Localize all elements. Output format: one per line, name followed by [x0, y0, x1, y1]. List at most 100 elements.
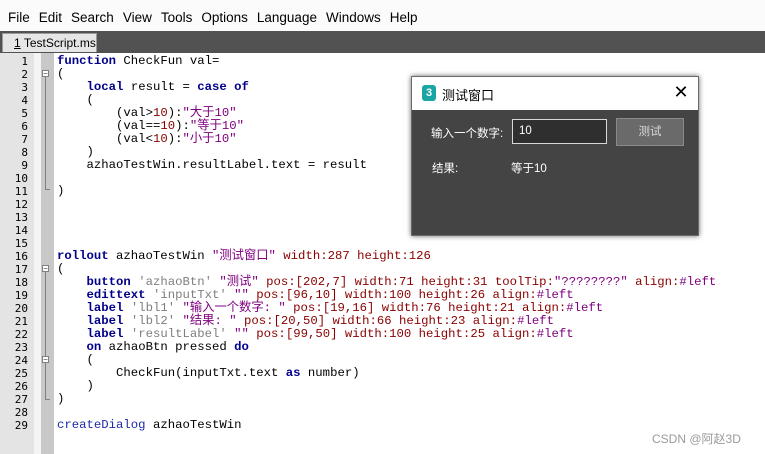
line-number: 16 [14, 250, 28, 263]
code-token: ( [86, 93, 94, 107]
tab-bar: 1 TestScript.ms [0, 31, 765, 53]
code-token: height: [413, 275, 473, 289]
menu-options[interactable]: Options [201, 10, 248, 25]
code-token: height: [411, 327, 471, 341]
code-token: 100 [389, 327, 412, 341]
code-token: width: [337, 288, 390, 302]
code-token: 26 [470, 288, 486, 302]
code-token: pos: [248, 327, 286, 341]
line-number: 17 [14, 263, 28, 276]
code-token: rollout [57, 249, 109, 263]
code-token: local [86, 80, 124, 94]
code-token: (val< [116, 132, 153, 146]
test-button[interactable]: 测试 [616, 118, 684, 146]
code-line: CheckFun(inputTxt.text as number) [57, 367, 360, 380]
code-token: as [285, 366, 301, 380]
line-number: 20 [14, 302, 28, 315]
code-token: pos: [236, 314, 274, 328]
code-token: 287 [327, 249, 350, 263]
code-token: ): [167, 106, 183, 120]
fold-toggle-icon[interactable]: − [42, 70, 49, 78]
menu-language[interactable]: Language [257, 10, 317, 25]
menu-help[interactable]: Help [390, 10, 418, 25]
code-token: ) [86, 145, 94, 159]
menu-search[interactable]: Search [71, 10, 114, 25]
line-number: 12 [14, 198, 28, 211]
marker-margin [41, 53, 54, 454]
code-token: toolTip: [487, 275, 554, 289]
line-number: 28 [14, 406, 28, 419]
menu-tools[interactable]: Tools [161, 10, 193, 25]
code-token: align: [465, 314, 518, 328]
code-token: "等于10" [189, 119, 244, 133]
line-number: 6 [21, 120, 28, 133]
line-number: 2 [21, 68, 28, 81]
dialog-title: 测试窗口 [442, 88, 495, 103]
dialog-titlebar[interactable]: 3 测试窗口 ✕ [412, 77, 698, 110]
code-token: height: [349, 249, 409, 263]
code-token: "输入一个数字: " [182, 301, 286, 315]
code-token: createDialog [57, 418, 146, 432]
code-token: [96,10] [285, 288, 338, 302]
code-token: number) [300, 366, 360, 380]
menu-windows[interactable]: Windows [326, 10, 381, 25]
menu-view[interactable]: View [123, 10, 152, 25]
line-number: 14 [14, 224, 28, 237]
code-token: label [86, 327, 124, 341]
code-token: do [234, 340, 249, 354]
code-token: azhaoTestWin.resultLabel.text = result [86, 158, 367, 172]
3ds-max-icon: 3 [422, 85, 436, 101]
code-token: width: [337, 327, 390, 341]
line-number: 25 [14, 367, 28, 380]
line-number: 1 [21, 55, 28, 68]
line-number: 22 [14, 328, 28, 341]
line-number: 5 [21, 107, 28, 120]
code-token: 126 [408, 249, 431, 263]
menu-edit[interactable]: Edit [39, 10, 62, 25]
code-token: width: [275, 249, 328, 263]
code-token: (val> [116, 106, 153, 120]
fold-toggle-icon[interactable]: − [42, 265, 49, 273]
line-number: 3 [21, 81, 28, 94]
line-number: 4 [21, 94, 28, 107]
code-token: 'azhaoBtn' [130, 275, 220, 289]
line-number: 27 [14, 393, 28, 406]
close-icon[interactable]: ✕ [672, 83, 690, 101]
code-token: align: [514, 301, 567, 315]
code-token: 21 [499, 301, 515, 315]
tab-testscript[interactable]: 1 TestScript.ms [2, 33, 97, 52]
code-token: 66 [376, 314, 392, 328]
code-token: pos: [248, 288, 286, 302]
code-line: azhaoTestWin.resultLabel.text = result [57, 159, 367, 172]
code-token: "" [234, 288, 249, 302]
code-token: (val== [116, 119, 161, 133]
code-token: 23 [450, 314, 466, 328]
code-token: height: [411, 288, 471, 302]
code-token: ( [86, 353, 94, 367]
code-line: ) [57, 184, 65, 198]
code-token: case of [197, 80, 249, 94]
menu-file[interactable]: File [8, 10, 30, 25]
code-token: align: [485, 288, 537, 302]
code-token: "大于10" [182, 106, 237, 120]
line-number: 10 [14, 172, 28, 185]
code-line: ) [57, 392, 65, 406]
input-label: 输入一个数字: [431, 128, 504, 140]
code-token: "结果: " [182, 314, 237, 328]
code-token: on [86, 340, 102, 354]
line-number: 29 [14, 419, 28, 432]
code-line: createDialog azhaoTestWin [57, 419, 242, 432]
fold-end [45, 399, 50, 400]
fold-toggle-icon[interactable]: − [42, 356, 49, 364]
code-token: "" [234, 327, 249, 341]
code-token: 100 [389, 288, 412, 302]
line-number: 18 [14, 276, 28, 289]
line-number: 9 [21, 159, 28, 172]
code-token: edittext [86, 288, 146, 302]
number-input[interactable]: 10 [512, 119, 607, 144]
code-token: "测试窗口" [211, 249, 276, 263]
code-token: pos: [285, 301, 323, 315]
code-token: #left [517, 314, 554, 328]
fold-margin [34, 53, 41, 454]
line-number: 13 [14, 211, 28, 224]
